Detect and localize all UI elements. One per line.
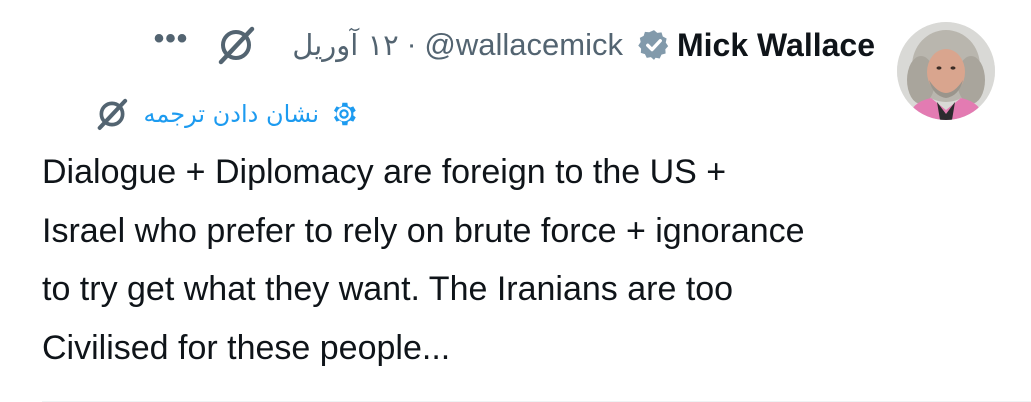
show-translation-link[interactable]: نشان دادن ترجمه bbox=[144, 100, 319, 128]
verified-badge-icon[interactable] bbox=[637, 28, 671, 62]
author-display-name[interactable]: Mick Wallace bbox=[677, 27, 875, 64]
tweet-text-line: Israel who prefer to rely on brute force… bbox=[42, 211, 805, 250]
translate-row[interactable]: نشان دادن ترجمه bbox=[94, 94, 359, 134]
tweet-date[interactable]: ۱۲ آوریل bbox=[292, 28, 398, 62]
author-handle[interactable]: @wallacemick bbox=[424, 27, 623, 63]
gear-icon bbox=[334, 102, 356, 126]
separator-dot: · bbox=[406, 28, 417, 61]
tweet-header: ••• ۱۲ آوریل · @wallacemick Mick Wallace bbox=[154, 22, 875, 68]
grok-slash-icon[interactable] bbox=[94, 96, 130, 132]
tweet-text-line: Dialogue + Diplomacy are foreign to the … bbox=[42, 153, 727, 191]
tweet-text-line: to try get what they want. The Iranians … bbox=[42, 270, 734, 308]
tweet-text: Dialogue + Diplomacy are foreign to the … bbox=[42, 143, 922, 377]
more-options-button[interactable]: ••• bbox=[154, 24, 189, 54]
tweet-text-line: Civilised for these people... bbox=[42, 328, 451, 367]
avatar[interactable] bbox=[897, 22, 995, 120]
grok-slash-icon[interactable] bbox=[214, 23, 258, 67]
tweet-card[interactable]: ••• ۱۲ آوریل · @wallacemick Mick Wallace… bbox=[0, 0, 1031, 402]
avatar-image bbox=[897, 22, 995, 120]
